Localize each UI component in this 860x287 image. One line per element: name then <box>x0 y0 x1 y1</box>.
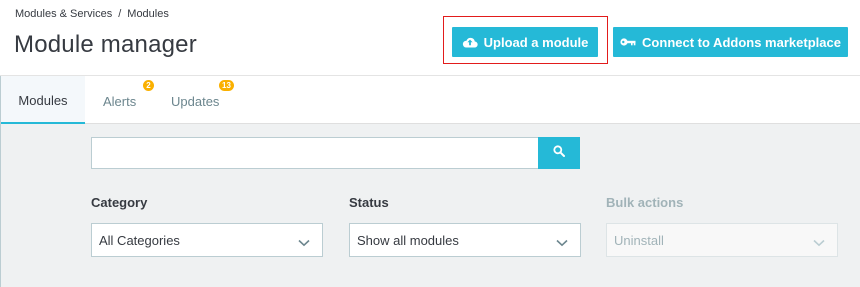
updates-count-badge: 13 <box>219 80 234 91</box>
tab-alerts-label: Alerts <box>103 94 137 109</box>
tab-bar: Modules Alerts 2 Updates 13 <box>1 76 860 124</box>
status-label: Status <box>349 195 389 210</box>
breadcrumb: Modules & Services / Modules <box>15 8 169 20</box>
search-button[interactable] <box>538 137 580 169</box>
tab-alerts[interactable]: Alerts 2 <box>103 76 154 124</box>
tab-modules[interactable]: Modules <box>1 76 85 124</box>
search-icon <box>553 144 565 162</box>
chevron-down-icon <box>556 235 568 250</box>
status-select[interactable]: Show all modules <box>349 223 581 257</box>
module-filters-panel: Category All Categories Status Show all … <box>1 124 860 287</box>
category-selected-value: All Categories <box>99 232 180 248</box>
tab-modules-label: Modules <box>18 93 68 108</box>
status-selected-value: Show all modules <box>357 232 459 248</box>
highlight-annotation <box>443 16 608 64</box>
chevron-down-icon <box>813 235 825 250</box>
breadcrumb-separator: / <box>118 8 122 20</box>
page-title: Module manager <box>14 31 197 58</box>
tab-updates[interactable]: Updates 13 <box>171 76 234 124</box>
bulk-actions-selected-value: Uninstall <box>614 232 664 248</box>
connect-addons-button[interactable]: Connect to Addons marketplace <box>613 27 848 57</box>
bulk-actions-label: Bulk actions <box>606 195 684 210</box>
page-header: Modules & Services / Modules Module mana… <box>0 0 860 76</box>
connect-addons-label: Connect to Addons marketplace <box>642 34 841 50</box>
module-search-input[interactable] <box>91 137 539 169</box>
chevron-down-icon <box>298 235 310 250</box>
alerts-count-badge: 2 <box>143 80 154 91</box>
tab-updates-label: Updates <box>171 94 220 109</box>
bulk-actions-select: Uninstall <box>606 223 838 257</box>
breadcrumb-parent-link[interactable]: Modules & Services <box>15 8 112 20</box>
key-icon <box>620 37 636 47</box>
breadcrumb-current: Modules <box>127 8 169 20</box>
category-select[interactable]: All Categories <box>91 223 323 257</box>
category-label: Category <box>91 195 148 210</box>
